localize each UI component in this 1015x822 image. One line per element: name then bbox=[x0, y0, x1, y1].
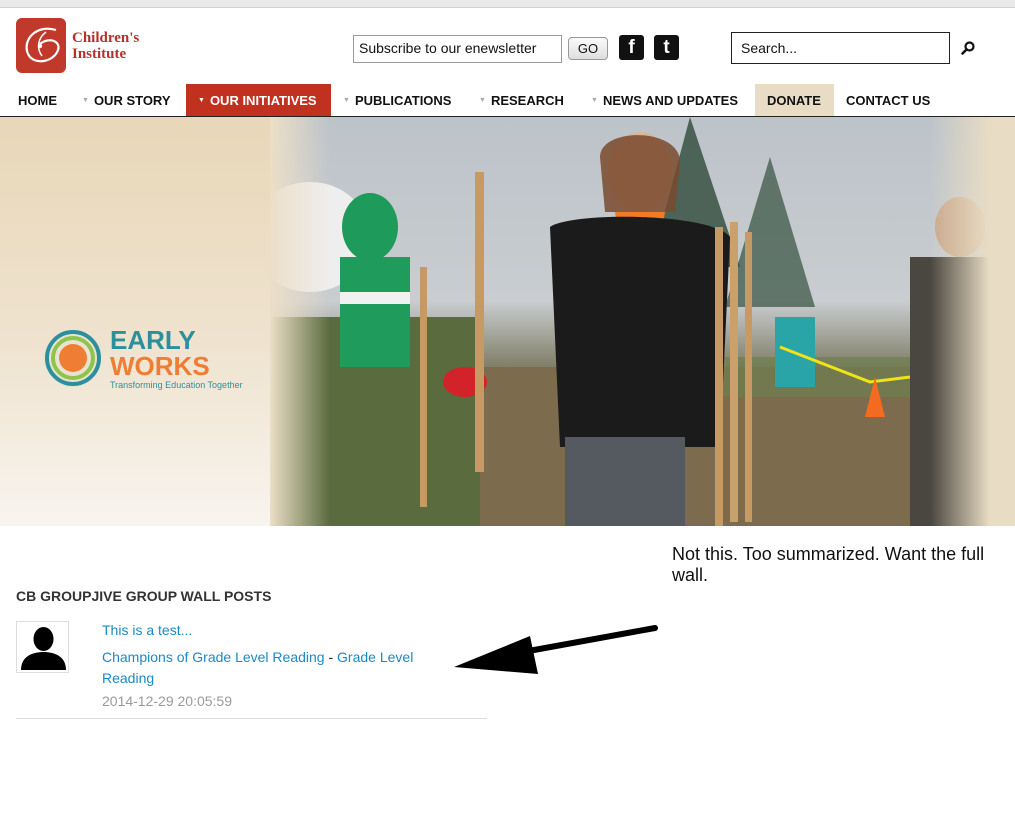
nav-item-our-initiatives[interactable]: ▼ OUR INITIATIVES bbox=[186, 84, 331, 116]
early-works-logo: EARLY WORKS Transforming Education Toget… bbox=[42, 327, 243, 397]
logo-line-1: Children's bbox=[72, 29, 140, 46]
link-separator: - bbox=[328, 649, 334, 665]
main-nav: HOME ▼ OUR STORY ▼ OUR INITIATIVES ▼ PUB… bbox=[0, 84, 1015, 117]
nav-item-label: CONTACT US bbox=[846, 92, 931, 108]
browser-toolbar-strip bbox=[0, 0, 1015, 8]
nav-item-label: DONATE bbox=[767, 92, 821, 108]
post-timestamp: 2014-12-29 20:05:59 bbox=[102, 693, 232, 709]
caret-down-icon: ▼ bbox=[591, 96, 598, 104]
nav-item-label: PUBLICATIONS bbox=[354, 92, 452, 108]
nav-item-home[interactable]: HOME bbox=[18, 84, 80, 116]
nav-item-label: HOME bbox=[18, 92, 57, 108]
hero-banner: EARLY WORKS Transforming Education Toget… bbox=[0, 117, 1015, 526]
logo-mark-icon bbox=[16, 18, 66, 73]
early-works-tagline: Transforming Education Together bbox=[110, 380, 243, 390]
logo-line-2: Institute bbox=[72, 45, 127, 62]
nav-item-label: RESEARCH bbox=[490, 92, 564, 108]
logo-text: Children's Institute bbox=[72, 30, 139, 62]
early-works-title: EARLY WORKS bbox=[110, 327, 210, 379]
search-input[interactable]: Search... bbox=[731, 32, 950, 64]
caret-down-icon: ▼ bbox=[198, 96, 205, 104]
nav-item-label: OUR STORY bbox=[93, 92, 171, 108]
group-link[interactable]: Champions of Grade Level Reading bbox=[102, 649, 325, 665]
nav-item-news-and-updates[interactable]: ▼ NEWS AND UPDATES bbox=[591, 84, 751, 116]
go-button[interactable]: GO bbox=[568, 37, 608, 60]
facebook-icon[interactable]: f bbox=[619, 35, 644, 60]
photo-fade-left bbox=[270, 117, 330, 526]
caret-down-icon: ▼ bbox=[479, 96, 486, 104]
early-works-line-1: EARLY bbox=[110, 325, 196, 355]
caret-down-icon: ▼ bbox=[343, 96, 350, 104]
site-logo[interactable]: Children's Institute bbox=[16, 18, 139, 73]
nav-item-research[interactable]: ▼ RESEARCH bbox=[479, 84, 579, 116]
nav-item-label: NEWS AND UPDATES bbox=[602, 92, 738, 108]
hero-photo bbox=[250, 117, 990, 526]
hero-background bbox=[0, 117, 300, 526]
nav-item-publications[interactable]: ▼ PUBLICATIONS bbox=[343, 84, 468, 116]
nav-item-label: OUR INITIATIVES bbox=[209, 92, 317, 108]
post-group-links: Champions of Grade Level Reading - Grade… bbox=[102, 647, 442, 689]
nav-item-contact-us[interactable]: CONTACT US bbox=[846, 84, 946, 116]
early-works-circles-icon bbox=[44, 329, 102, 387]
post-divider bbox=[16, 718, 487, 719]
search-icon[interactable] bbox=[960, 40, 976, 56]
user-silhouette-icon bbox=[21, 627, 66, 670]
wall-posts-heading: CB GROUPJIVE GROUP WALL POSTS bbox=[16, 588, 272, 604]
caret-down-icon: ▼ bbox=[82, 96, 89, 104]
post-title-link[interactable]: This is a test... bbox=[102, 622, 192, 638]
nav-item-donate[interactable]: DONATE bbox=[755, 84, 834, 116]
twitter-icon[interactable]: t bbox=[654, 35, 679, 60]
nav-item-our-story[interactable]: ▼ OUR STORY bbox=[82, 84, 182, 116]
early-works-line-2: WORKS bbox=[110, 351, 210, 381]
annotation-arrow-icon bbox=[454, 625, 658, 674]
avatar[interactable] bbox=[16, 621, 69, 673]
annotation-note: Not this. Too summarized. Want the full … bbox=[672, 544, 985, 585]
photo-fade-right bbox=[930, 117, 1015, 526]
hero-photo-illustration bbox=[250, 117, 990, 526]
newsletter-subscribe-field[interactable]: Subscribe to our enewsletter bbox=[353, 35, 562, 63]
